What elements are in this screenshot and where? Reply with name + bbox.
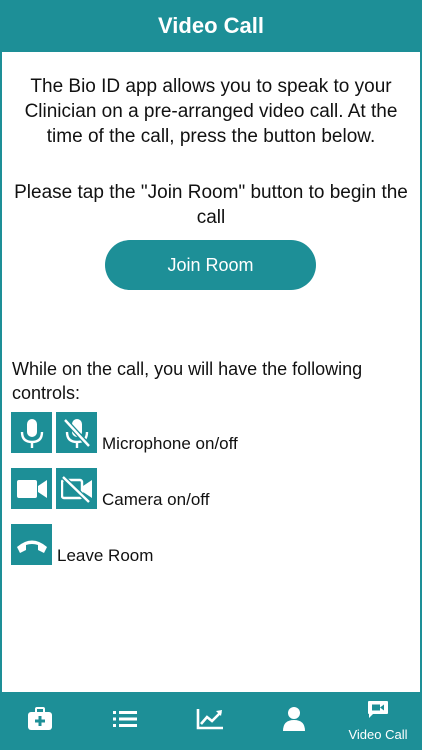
instruction-text: Please tap the "Join Room" button to beg… [14,182,408,228]
tab-medical[interactable] [5,692,75,750]
microphone-icon [11,412,52,453]
list-icon [112,709,138,734]
tab-chart[interactable] [175,692,245,750]
control-row-leave: Leave Room [11,524,153,565]
control-row-camera: Camera on/off [11,468,209,509]
join-room-button[interactable]: Join Room [105,240,316,290]
left-border [0,52,2,692]
page-title: Video Call [158,13,264,38]
tab-video-call-label: Video Call [348,727,408,742]
leave-room-control-label: Leave Room [57,546,154,565]
intro-text: The Bio ID app allows you to speak to yo… [24,76,398,147]
video-chat-icon [367,700,389,725]
microphone-control-label: Microphone on/off [102,434,238,453]
control-row-microphone: Microphone on/off [11,412,238,453]
tab-video-call[interactable]: Video Call [343,692,413,750]
tab-profile[interactable] [259,692,329,750]
person-icon [282,706,306,737]
bottom-tab-bar: Video Call [0,692,422,750]
tab-list[interactable] [90,692,160,750]
hang-up-phone-icon [11,524,52,565]
controls-intro-text: While on the call, you will have the fol… [12,359,363,403]
chart-icon [196,708,224,735]
app-header: Video Call [0,0,422,52]
camera-control-label: Camera on/off [102,490,210,509]
medical-kit-icon [27,706,53,736]
video-camera-icon [11,468,52,509]
video-camera-off-icon [56,468,97,509]
microphone-off-icon [56,412,97,453]
